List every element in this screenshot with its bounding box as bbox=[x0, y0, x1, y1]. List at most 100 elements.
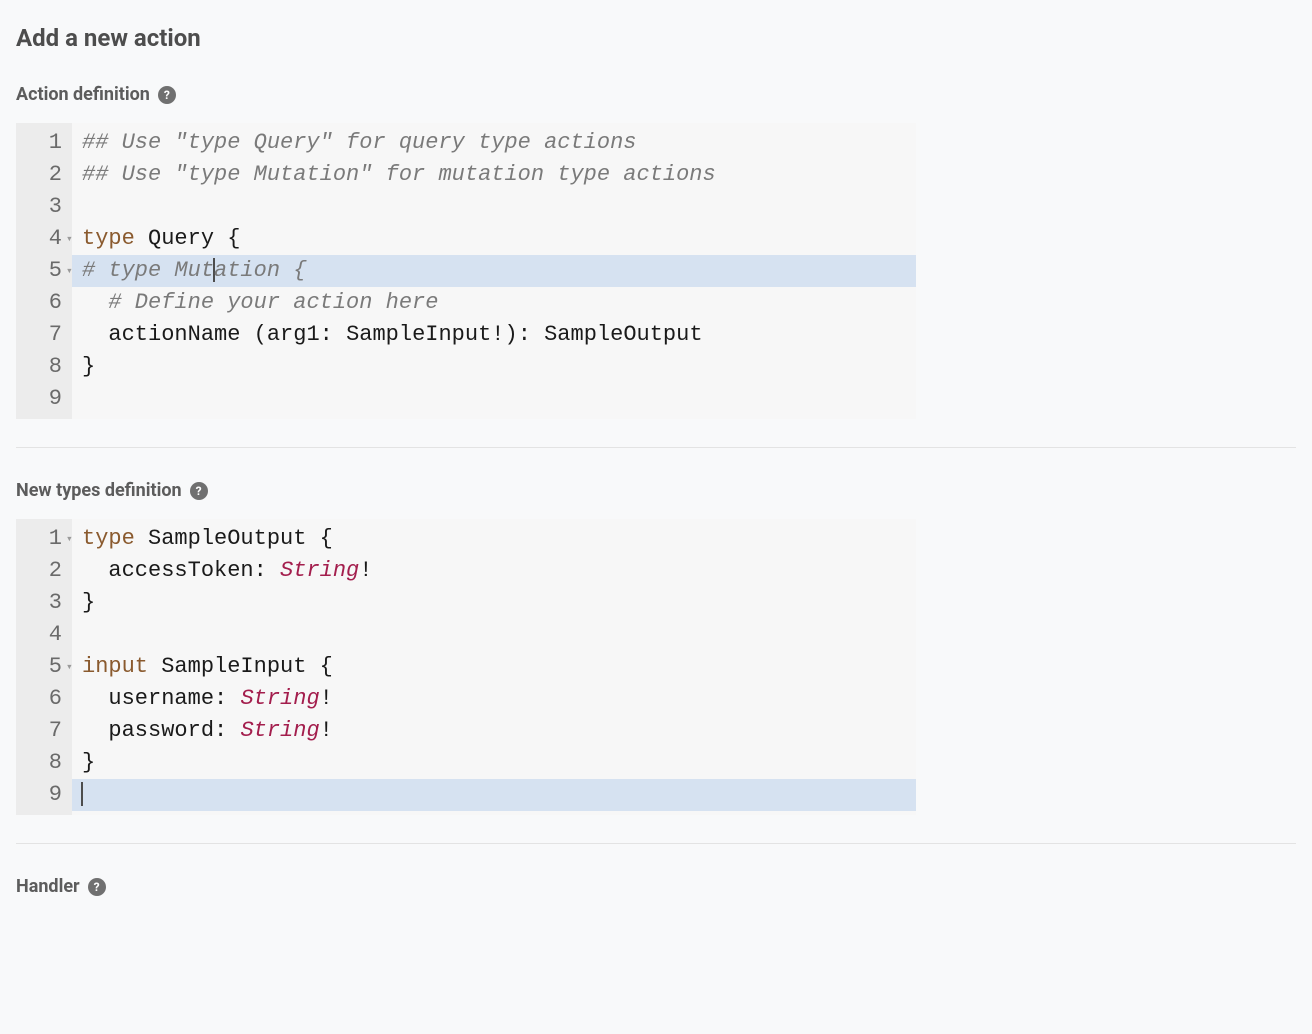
line-number: 9 bbox=[20, 383, 62, 415]
code-token: : bbox=[320, 322, 333, 347]
code-token bbox=[306, 526, 319, 551]
code-line[interactable]: accessToken: String! bbox=[72, 555, 916, 587]
section-divider bbox=[16, 447, 1296, 448]
code-line[interactable]: # type Mutation { bbox=[72, 255, 916, 287]
code-line[interactable]: input SampleInput { bbox=[72, 651, 916, 683]
code-token bbox=[135, 226, 148, 251]
code-line[interactable]: ## Use "type Query" for query type actio… bbox=[72, 127, 916, 159]
code-token bbox=[82, 322, 108, 347]
code-line[interactable] bbox=[72, 191, 916, 223]
line-number: 2 bbox=[20, 159, 62, 191]
code-token bbox=[267, 558, 280, 583]
code-token bbox=[531, 322, 544, 347]
action-definition-editor[interactable]: 123456789 ## Use "type Query" for query … bbox=[16, 123, 916, 419]
code-token bbox=[82, 558, 108, 583]
line-number: 1 bbox=[20, 127, 62, 159]
code-token: username bbox=[108, 686, 214, 711]
code-token: { bbox=[320, 654, 333, 679]
code-line[interactable]: } bbox=[72, 351, 916, 383]
code-line[interactable]: type SampleOutput { bbox=[72, 523, 916, 555]
help-icon[interactable]: ? bbox=[158, 86, 176, 104]
code-line[interactable]: ## Use "type Mutation" for mutation type… bbox=[72, 159, 916, 191]
code-token: : bbox=[214, 718, 227, 743]
help-icon[interactable]: ? bbox=[88, 878, 106, 896]
editor-code-area[interactable]: ## Use "type Query" for query type actio… bbox=[72, 123, 916, 419]
code-token: : bbox=[518, 322, 531, 347]
handler-label-text: Handler bbox=[16, 876, 80, 897]
code-line[interactable]: } bbox=[72, 587, 916, 619]
code-token: } bbox=[82, 750, 95, 775]
action-definition-label-text: Action definition bbox=[16, 84, 150, 105]
line-number: 3 bbox=[20, 191, 62, 223]
code-token: SampleInput bbox=[346, 322, 491, 347]
code-token bbox=[82, 718, 108, 743]
code-token: ## Use "type Query" for query type actio… bbox=[82, 130, 637, 155]
editor-gutter: 123456789 bbox=[16, 519, 72, 815]
line-number: 5 bbox=[20, 651, 62, 683]
code-token: ! bbox=[491, 322, 504, 347]
code-line[interactable]: type Query { bbox=[72, 223, 916, 255]
code-token bbox=[306, 654, 319, 679]
line-number: 8 bbox=[20, 747, 62, 779]
text-cursor bbox=[81, 782, 83, 806]
code-token: { bbox=[320, 526, 333, 551]
code-token: ) bbox=[505, 322, 518, 347]
line-number: 6 bbox=[20, 287, 62, 319]
code-token: password bbox=[108, 718, 214, 743]
code-token: input bbox=[82, 654, 148, 679]
code-token bbox=[135, 526, 148, 551]
code-token: SampleOutput bbox=[544, 322, 702, 347]
code-token: # Define your action here bbox=[108, 290, 438, 315]
code-token: ## Use "type Mutation" for mutation type… bbox=[82, 162, 716, 187]
code-token: } bbox=[82, 590, 95, 615]
help-icon[interactable]: ? bbox=[190, 482, 208, 500]
section-divider bbox=[16, 843, 1296, 844]
code-token bbox=[240, 322, 253, 347]
code-token: arg1 bbox=[267, 322, 320, 347]
code-token: String bbox=[240, 718, 319, 743]
code-line[interactable] bbox=[72, 779, 916, 811]
code-token: ation { bbox=[214, 258, 306, 283]
code-token: ( bbox=[254, 322, 267, 347]
code-token: ! bbox=[320, 718, 333, 743]
line-number: 4 bbox=[20, 223, 62, 255]
code-line[interactable] bbox=[72, 383, 916, 415]
line-number: 7 bbox=[20, 319, 62, 351]
code-line[interactable]: } bbox=[72, 747, 916, 779]
code-token bbox=[333, 322, 346, 347]
code-token: ! bbox=[359, 558, 372, 583]
code-token: type bbox=[82, 226, 135, 251]
code-token: ! bbox=[320, 686, 333, 711]
new-types-definition-editor[interactable]: 123456789 type SampleOutput { accessToke… bbox=[16, 519, 916, 815]
code-token bbox=[227, 718, 240, 743]
new-types-definition-label-text: New types definition bbox=[16, 480, 182, 501]
code-line[interactable]: # Define your action here bbox=[72, 287, 916, 319]
code-line[interactable]: actionName (arg1: SampleInput!): SampleO… bbox=[72, 319, 916, 351]
line-number: 9 bbox=[20, 779, 62, 811]
line-number: 2 bbox=[20, 555, 62, 587]
code-line[interactable] bbox=[72, 619, 916, 651]
code-token: String bbox=[240, 686, 319, 711]
code-token: Query bbox=[148, 226, 214, 251]
action-definition-label: Action definition ? bbox=[16, 84, 1296, 105]
code-token: # type Mut bbox=[82, 258, 214, 283]
code-line[interactable]: username: String! bbox=[72, 683, 916, 715]
page-title: Add a new action bbox=[16, 24, 1296, 52]
handler-label: Handler ? bbox=[16, 876, 1296, 897]
code-line[interactable]: password: String! bbox=[72, 715, 916, 747]
code-token: } bbox=[82, 354, 95, 379]
code-token: String bbox=[280, 558, 359, 583]
code-token: SampleOutput bbox=[148, 526, 306, 551]
line-number: 5 bbox=[20, 255, 62, 287]
code-token: SampleInput bbox=[161, 654, 306, 679]
line-number: 3 bbox=[20, 587, 62, 619]
line-number: 1 bbox=[20, 523, 62, 555]
code-token bbox=[82, 290, 108, 315]
editor-gutter: 123456789 bbox=[16, 123, 72, 419]
code-token: type bbox=[82, 526, 135, 551]
editor-code-area[interactable]: type SampleOutput { accessToken: String!… bbox=[72, 519, 916, 815]
code-token bbox=[148, 654, 161, 679]
code-token: : bbox=[254, 558, 267, 583]
code-token bbox=[227, 686, 240, 711]
code-token: : bbox=[214, 686, 227, 711]
